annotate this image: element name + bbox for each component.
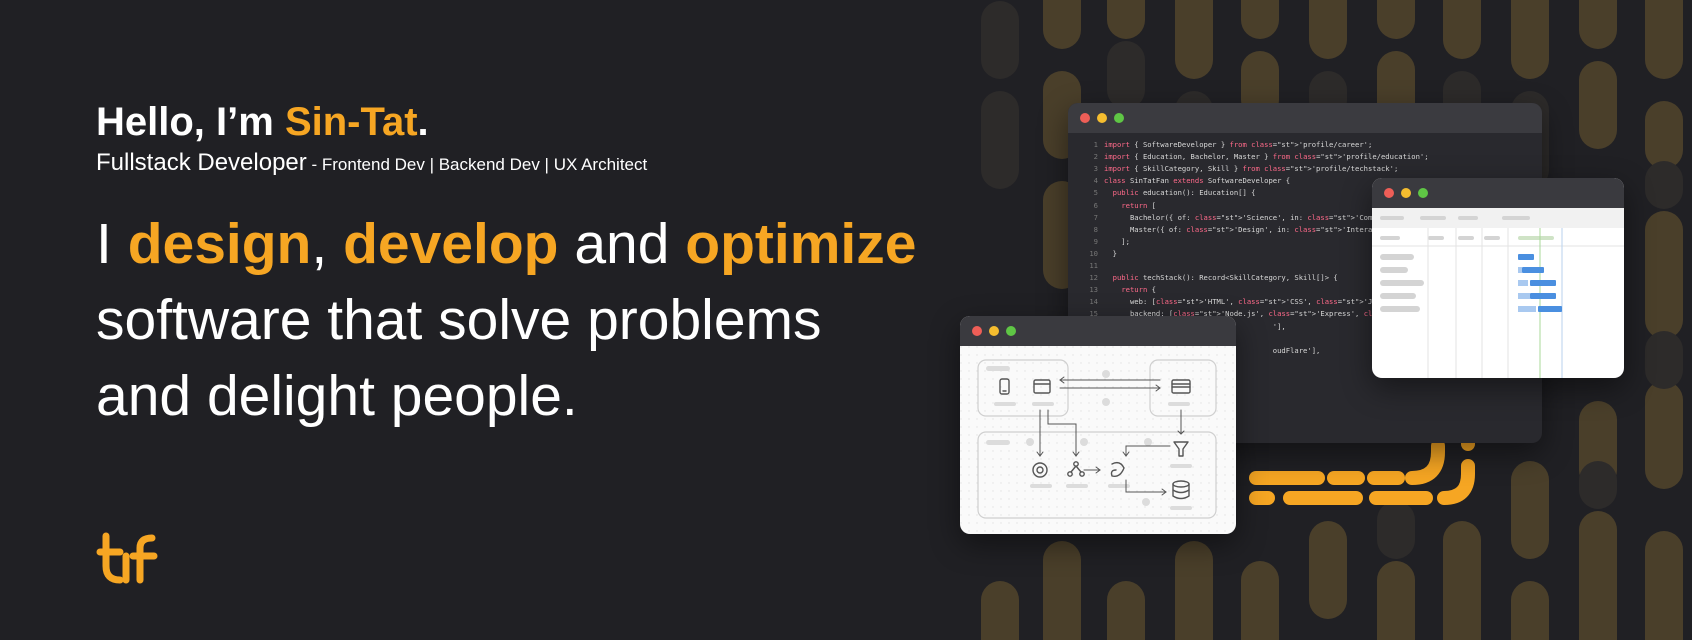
maximize-dot[interactable] (1114, 113, 1124, 123)
code-line-number: 1 (1093, 140, 1098, 149)
code-line-number: 7 (1093, 212, 1098, 222)
code-line-number: 4 (1093, 176, 1098, 186)
headline-develop: develop (343, 212, 559, 276)
code-line-number: 14 (1089, 297, 1098, 307)
flow-diagram (960, 346, 1236, 534)
code-line-number: 12 (1089, 273, 1098, 283)
code-line-text: import { SkillCategory, Skill } from cla… (1104, 164, 1399, 174)
code-line-text: public techStack(): Record<SkillCategory… (1112, 273, 1338, 283)
role-title: Fullstack Developer (96, 149, 307, 176)
gantt-table (1372, 208, 1624, 378)
code-line-number: 6 (1093, 200, 1098, 210)
headline-line-2: software that solve problems (96, 288, 822, 352)
minimize-dot[interactable] (1401, 188, 1411, 198)
headline-line-1: I design, develop and optimize (96, 206, 956, 282)
close-dot[interactable] (1080, 113, 1090, 123)
headline-optimize: optimize (685, 212, 917, 276)
code-line-text: class SinTatFan extends SoftwareDevelope… (1104, 176, 1291, 186)
minimize-dot[interactable] (989, 326, 999, 336)
role-specialties: Frontend Dev | Backend Dev | UX Architec… (321, 155, 648, 174)
code-line-text: public education(): Education[] { (1112, 188, 1256, 198)
code-line-number: 2 (1093, 152, 1098, 162)
maximize-dot[interactable] (1418, 188, 1428, 198)
code-line-text: return { (1121, 285, 1156, 295)
code-line-text: return [ (1121, 200, 1156, 210)
code-line-text: import { SoftwareDeveloper } from class=… (1104, 140, 1373, 149)
code-line-number: 9 (1093, 236, 1098, 246)
gantt-table-window (1372, 178, 1624, 378)
code-line-text: ]; (1104, 236, 1130, 246)
greeting-heading: Hello, I’m Sin-Tat. (96, 98, 429, 146)
headline: I design, develop and optimize software … (96, 206, 956, 434)
code-line-text: import { Education, Bachelor, Master } f… (1104, 152, 1429, 162)
hero-banner: Hello, I’m Sin-Tat. Fullstack Developer … (0, 0, 1692, 640)
greeting-prefix: Hello, I’m (96, 100, 285, 144)
role-line: Fullstack Developer - Frontend Dev | Bac… (96, 148, 647, 180)
headline-and: and (558, 212, 686, 276)
code-line-number: 3 (1093, 164, 1098, 174)
code-line-number: 5 (1093, 188, 1098, 198)
maximize-dot[interactable] (1006, 326, 1016, 336)
table-window-titlebar (1372, 178, 1624, 208)
close-dot[interactable] (1384, 188, 1394, 198)
headline-line-3: and delight people. (96, 364, 578, 428)
headline-design: design (127, 212, 312, 276)
flow-diagram-window (960, 316, 1236, 534)
headline-comma: , (311, 212, 344, 276)
greeting-suffix: . (417, 100, 429, 144)
close-dot[interactable] (972, 326, 982, 336)
code-line-number: 8 (1093, 224, 1098, 234)
flow-window-titlebar (960, 316, 1236, 346)
minimize-dot[interactable] (1097, 113, 1107, 123)
code-line-number: 11 (1089, 261, 1098, 270)
tf-logo-icon (96, 532, 158, 584)
code-line-number: 13 (1089, 285, 1098, 295)
code-window-titlebar (1068, 103, 1542, 133)
role-separator: - (306, 155, 322, 174)
greeting-name: Sin-Tat (284, 100, 418, 144)
code-line-number: 10 (1089, 248, 1098, 258)
code-line-text: } (1104, 248, 1117, 258)
headline-i: I (96, 212, 128, 276)
